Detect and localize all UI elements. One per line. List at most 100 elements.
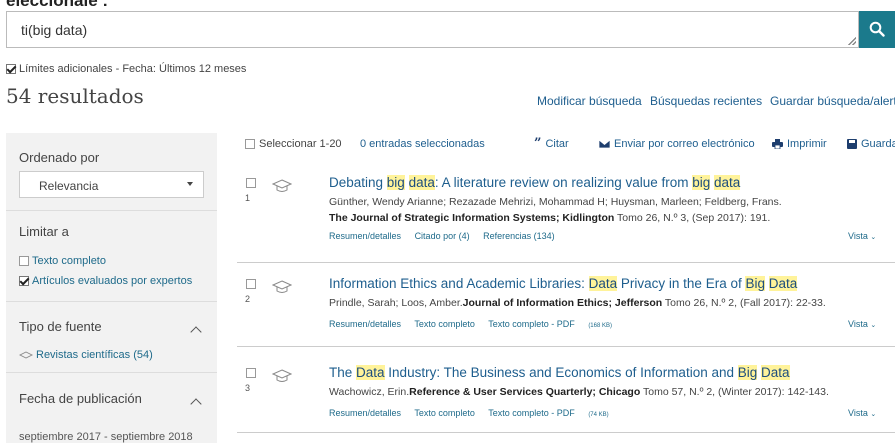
result-item: 3 The Data Industry: The Business and Ec… <box>237 365 895 425</box>
chevron-down-icon: ⌄ <box>870 322 877 329</box>
full-text-link[interactable]: Texto completo <box>414 319 475 329</box>
source-type-journals[interactable]: Revistas científicas (54) <box>19 349 153 361</box>
title-highlight: data <box>714 175 741 190</box>
pdf-size: (74 KB) <box>588 412 609 418</box>
save-button[interactable]: Guarda <box>847 138 895 150</box>
graduation-cap-icon <box>272 179 292 192</box>
pdf-label: Texto completo - PDF <box>488 319 575 329</box>
envelope-icon <box>599 140 610 148</box>
preview-toggle[interactable]: Vista ⌄ <box>848 231 876 241</box>
graduation-cap-icon <box>272 280 292 293</box>
search-button[interactable] <box>859 11 895 48</box>
collapse-chevron-icon[interactable] <box>190 326 202 338</box>
resize-grip-icon[interactable] <box>848 37 856 45</box>
journal-name: Journal of Information Ethics; Jefferson <box>462 297 663 309</box>
divider <box>237 432 895 433</box>
floppy-disk-icon <box>847 139 857 149</box>
preview-label: Vista <box>848 231 868 241</box>
issue-details: Tomo 57, N.º 2, (Winter 2017): 142-143. <box>640 386 829 398</box>
full-text-link[interactable]: Texto completo <box>414 408 475 418</box>
save-label: Guarda <box>861 138 895 150</box>
title-text <box>405 175 409 190</box>
limit-option-label: Artículos evaluados por expertos <box>32 275 193 287</box>
search-query: ti(big data) <box>21 22 88 38</box>
email-button[interactable]: Enviar por correo electrónico <box>599 138 755 150</box>
title-highlight: Data <box>588 276 618 291</box>
result-title-link[interactable]: The Data Industry: The Business and Econ… <box>329 365 790 380</box>
abstract-link[interactable]: Resumen/detalles <box>329 231 401 241</box>
additional-limits: Límites adicionales - Fecha: Últimos 12 … <box>6 63 246 75</box>
select-range[interactable]: Seleccionar 1-20 <box>245 138 342 150</box>
title-text: The <box>329 365 357 380</box>
result-number: 2 <box>245 294 251 304</box>
result-authors: Prindle, Sarah; Loos, Amber.Journal of I… <box>329 297 826 309</box>
title-text: Industry: The Business and Economics of … <box>384 365 738 380</box>
title-highlight: Data <box>761 365 790 380</box>
selected-count-link[interactable]: 0 entradas seleccionadas <box>360 138 485 150</box>
title-highlight: Data <box>356 365 385 380</box>
title-highlight: big <box>386 175 405 190</box>
abstract-link[interactable]: Resumen/detalles <box>329 408 401 418</box>
limit-full-text[interactable]: Texto completo <box>19 255 106 267</box>
select-all-checkbox[interactable] <box>245 139 255 149</box>
results-count: 54 resultados <box>6 84 144 108</box>
references-link[interactable]: Referencias (134) <box>483 231 555 241</box>
divider <box>6 210 217 211</box>
dropdown-caret-icon <box>187 182 193 186</box>
full-text-checkbox[interactable] <box>19 256 29 266</box>
preview-label: Vista <box>848 319 868 329</box>
result-authors: Günther, Wendy Arianne; Rezazade Mehrizi… <box>329 196 782 208</box>
divider <box>6 372 217 373</box>
sort-select[interactable]: Relevancia <box>19 171 204 198</box>
recent-searches-link[interactable]: Búsquedas recientes <box>650 94 762 108</box>
author-names: Prindle, Sarah; Loos, Amber. <box>329 297 463 309</box>
title-highlight: Big <box>745 276 765 291</box>
chevron-down-icon: ⌄ <box>870 234 877 241</box>
result-checkbox[interactable] <box>246 178 256 188</box>
search-icon <box>869 21 885 37</box>
save-search-link[interactable]: Guardar búsqueda/alerta <box>770 94 895 108</box>
search-input[interactable]: ti(big data) <box>6 11 859 48</box>
print-button[interactable]: Imprimir <box>772 138 827 150</box>
result-title-link[interactable]: Information Ethics and Academic Librarie… <box>329 276 798 291</box>
result-title-link[interactable]: Debating big data: A literature review o… <box>329 175 741 190</box>
email-label: Enviar por correo electrónico <box>614 138 755 150</box>
cite-button[interactable]: ” Citar <box>534 137 569 150</box>
print-label: Imprimir <box>787 138 827 150</box>
pdf-link[interactable]: Texto completo - PDF (168 KB) <box>488 319 612 329</box>
journal-name: The Journal of Strategic Information Sys… <box>329 212 615 224</box>
divider <box>237 346 895 347</box>
journal-name: Reference & User Services Quarterly; Chi… <box>409 386 641 398</box>
result-checkbox[interactable] <box>246 279 256 289</box>
sort-label: Ordenado por <box>19 150 100 165</box>
collapse-chevron-icon[interactable] <box>190 398 202 410</box>
issue-details: Tomo 26, N.º 2, (Fall 2017): 22-33. <box>662 297 826 309</box>
title-text: : A literature review on realizing value… <box>434 175 693 190</box>
result-number: 3 <box>245 383 251 393</box>
title-highlight: big <box>692 175 711 190</box>
pub-date-label: Fecha de publicación <box>19 391 142 406</box>
modify-search-link[interactable]: Modificar búsqueda <box>537 94 642 108</box>
filters-sidebar: Ordenado por Relevancia Limitar a Texto … <box>6 133 217 443</box>
limit-option-label: Texto completo <box>32 255 106 267</box>
pdf-label: Texto completo - PDF <box>488 408 575 418</box>
limits-checkbox[interactable] <box>6 64 16 74</box>
printer-icon <box>772 139 783 149</box>
cited-by-link[interactable]: Citado por (4) <box>415 231 470 241</box>
pub-date-range: septiembre 2017 - septiembre 2018 <box>19 431 193 443</box>
graduation-cap-icon <box>19 350 33 359</box>
limit-peer-reviewed[interactable]: Artículos evaluados por expertos <box>19 275 192 287</box>
result-number: 1 <box>245 193 251 203</box>
result-item: 2 Information Ethics and Academic Librar… <box>237 276 895 336</box>
title-highlight: Big <box>737 365 758 380</box>
preview-toggle[interactable]: Vista ⌄ <box>848 408 876 418</box>
issue-details: Tomo 26, N.º 3, (Sep 2017): 191. <box>614 212 771 224</box>
result-source: The Journal of Strategic Information Sys… <box>329 212 770 224</box>
limits-text: Límites adicionales - Fecha: Últimos 12 … <box>19 63 247 75</box>
author-names: Wachowicz, Erin. <box>329 386 410 398</box>
abstract-link[interactable]: Resumen/detalles <box>329 319 401 329</box>
result-checkbox[interactable] <box>246 368 256 378</box>
peer-reviewed-checkbox[interactable] <box>19 276 29 286</box>
pdf-link[interactable]: Texto completo - PDF (74 KB) <box>488 408 608 418</box>
preview-toggle[interactable]: Vista ⌄ <box>848 319 876 329</box>
